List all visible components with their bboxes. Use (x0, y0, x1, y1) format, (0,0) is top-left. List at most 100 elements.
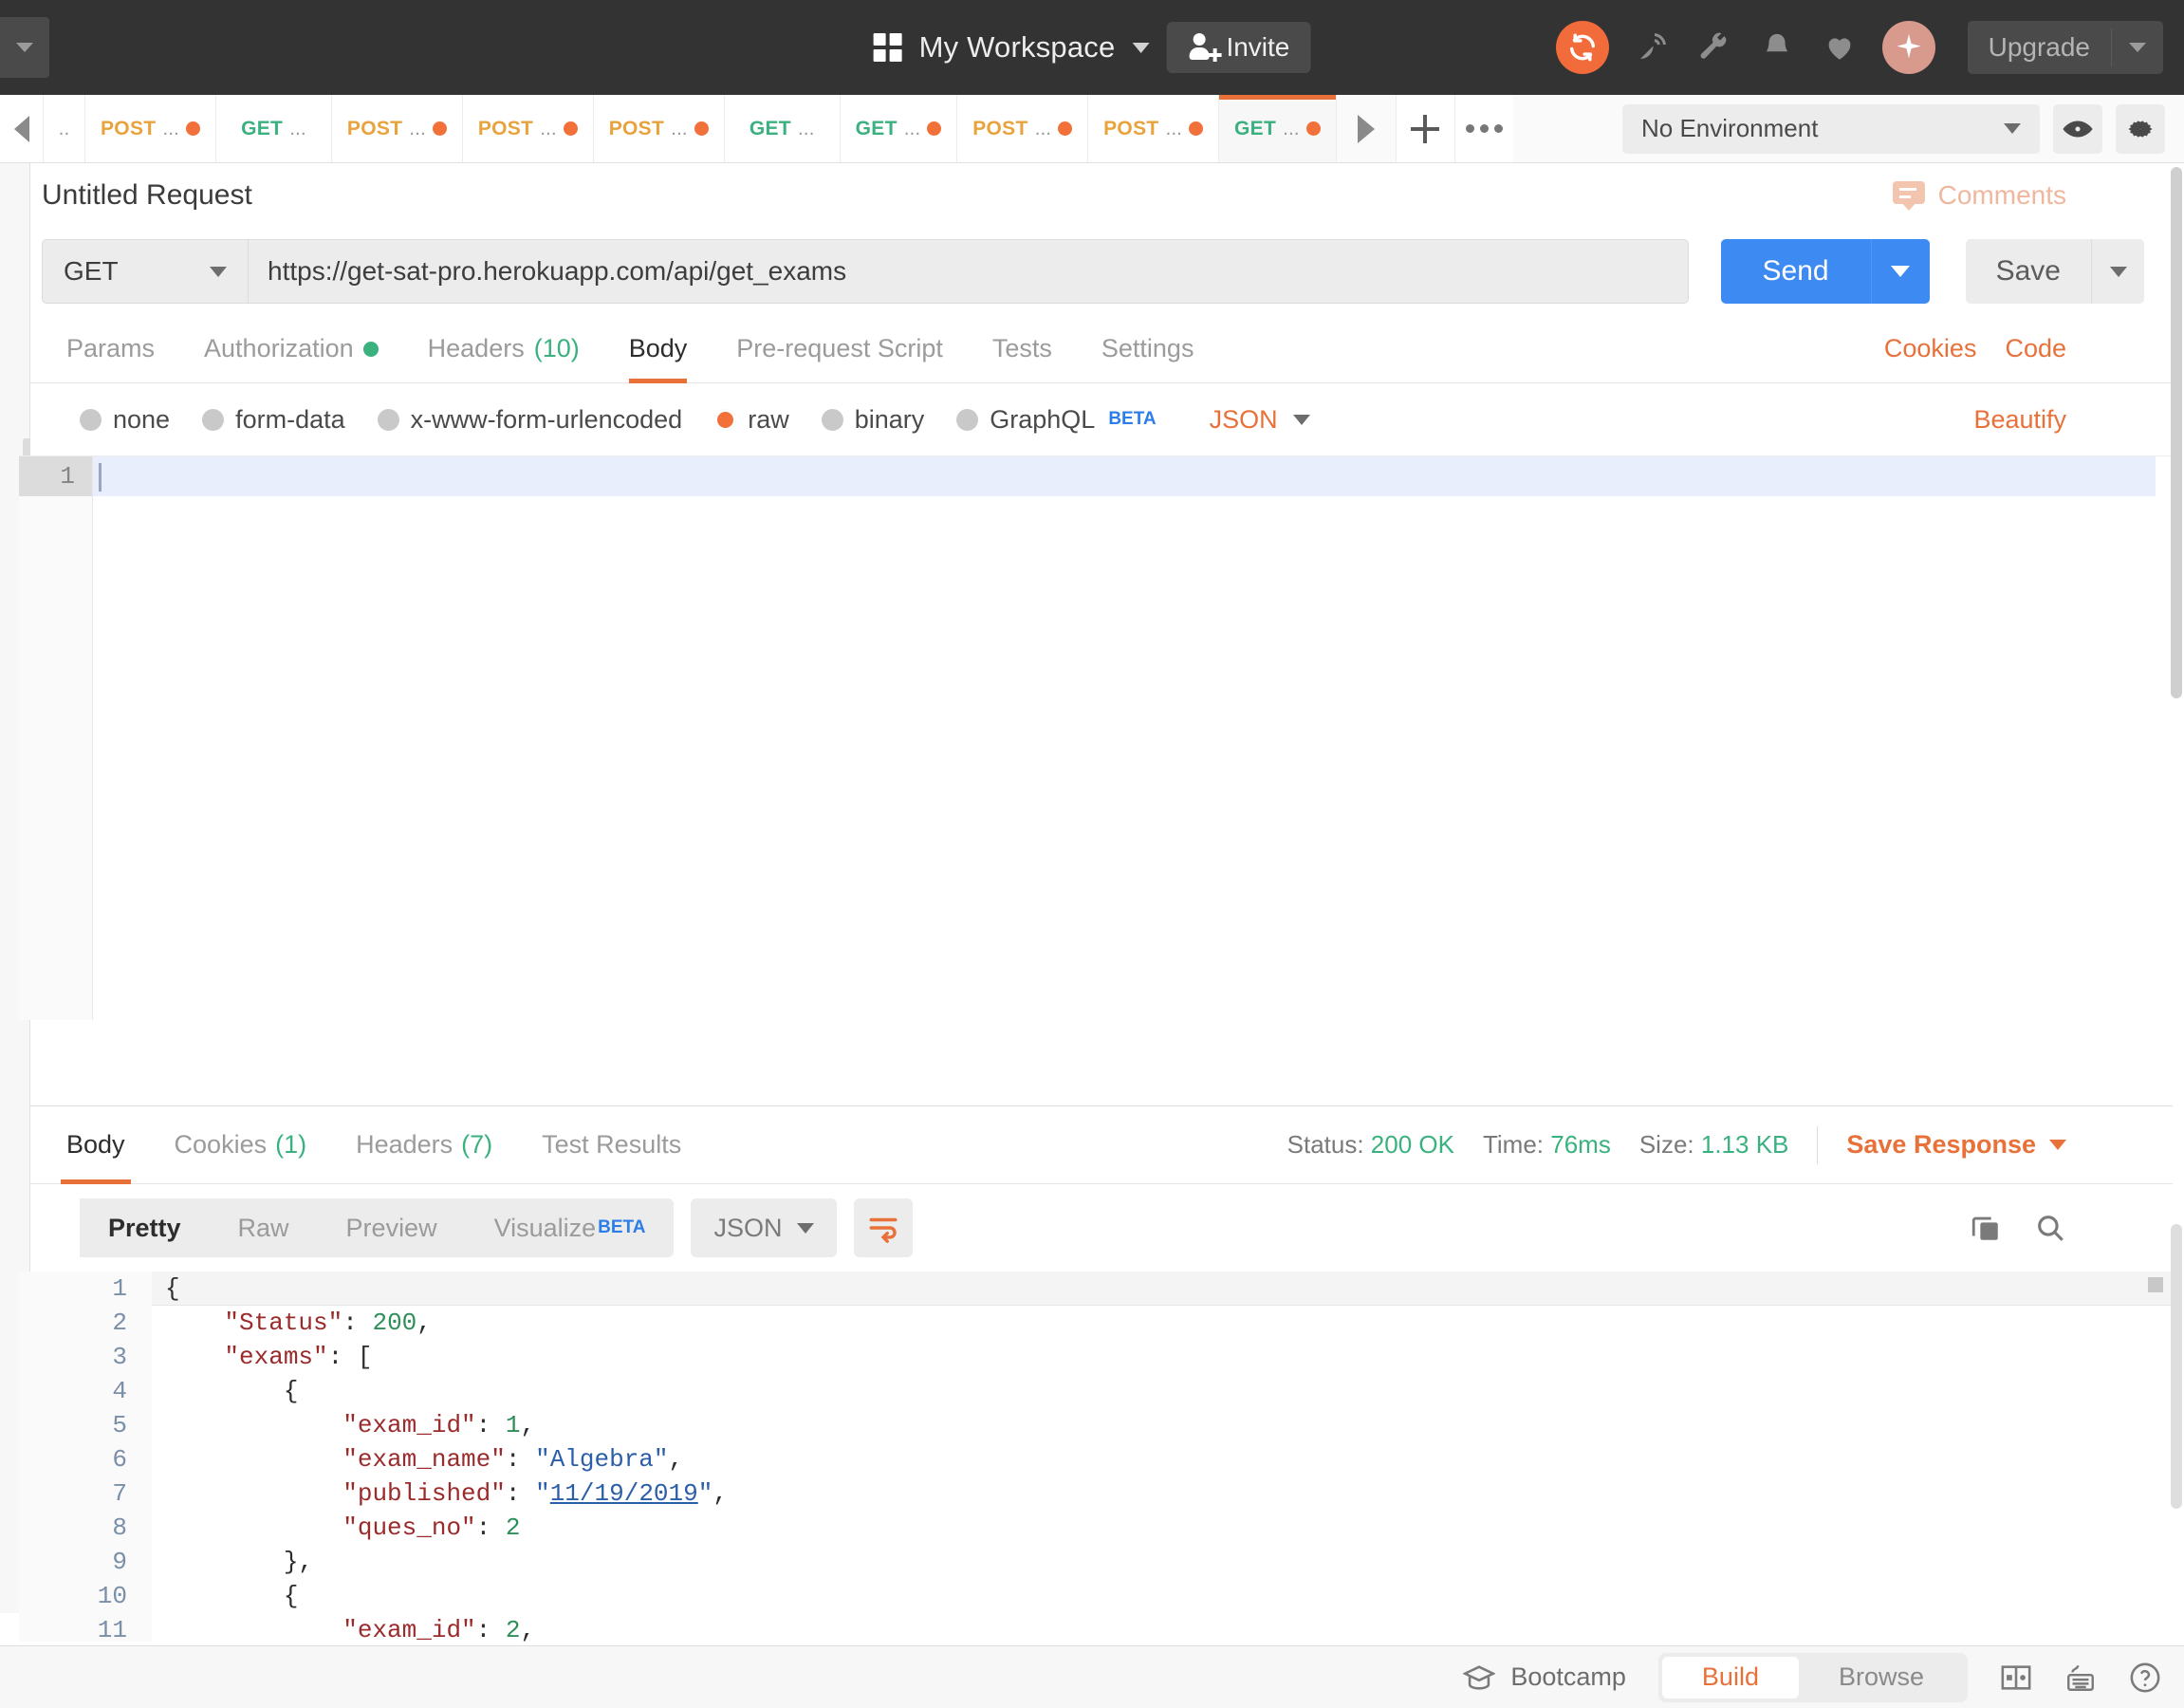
request-tab[interactable]: POST... (462, 95, 594, 162)
request-tab-name: ... (540, 117, 557, 139)
request-body-editor[interactable]: 1 (19, 455, 2173, 1020)
radio-icon[interactable] (714, 408, 737, 431)
body-type-binary[interactable]: binary (821, 405, 924, 435)
code-token: 200 (372, 1309, 417, 1337)
tabs-scroll-left-button[interactable] (0, 95, 44, 162)
request-config-tab-tests[interactable]: Tests (968, 315, 1077, 383)
request-tab[interactable]: GET... (724, 95, 841, 162)
keyboard-icon[interactable] (2064, 1662, 2097, 1693)
upgrade-button-group[interactable]: Upgrade (1967, 21, 2163, 74)
chevron-down-icon[interactable] (1132, 42, 1150, 53)
response-body-viewer[interactable]: 1 2 3 4 5 6 7 8 9 10 11 { "Status": 200, "exams": … (19, 1272, 2173, 1642)
environment-selector[interactable]: No Environment (1622, 103, 2040, 154)
body-type-raw[interactable]: raw (714, 405, 789, 435)
workspace-name[interactable]: My Workspace (919, 30, 1116, 65)
request-title[interactable]: Untitled Request (42, 179, 252, 212)
save-response-button[interactable]: Save Response (1846, 1130, 2066, 1160)
response-pane-scrollbar[interactable] (2171, 1224, 2182, 1604)
code-token: "exams" (224, 1343, 328, 1371)
raw-format-selector[interactable]: JSON (1210, 405, 1310, 435)
response-scroll-thumb[interactable] (2148, 1277, 2163, 1292)
heart-icon[interactable] (1820, 28, 1860, 67)
satellite-icon[interactable] (1632, 28, 1672, 67)
save-button[interactable]: Save (1965, 239, 2091, 304)
request-config-tab-pre-request-script[interactable]: Pre-request Script (712, 315, 968, 383)
send-button[interactable]: Send (1720, 239, 1871, 304)
body-type-none[interactable]: none (80, 405, 170, 435)
beautify-button[interactable]: Beautify (1973, 405, 2066, 435)
divider (1817, 1125, 1819, 1164)
new-tab-button[interactable] (1395, 95, 1454, 162)
tab-options-button[interactable] (1453, 95, 1513, 162)
environment-bar: No Environment (1603, 95, 2184, 163)
body-type-GraphQL[interactable]: GraphQL BETA (956, 405, 1157, 435)
request-config-tab-settings[interactable]: Settings (1077, 315, 1219, 383)
word-wrap-icon[interactable] (854, 1198, 914, 1257)
wrench-icon[interactable] (1694, 28, 1734, 67)
copy-icon[interactable] (1970, 1212, 2002, 1244)
response-line-number: 5 (112, 1411, 127, 1439)
request-tab[interactable]: GET... (840, 95, 958, 162)
request-tab[interactable]: .. (44, 95, 85, 162)
response-tab-cookies[interactable]: Cookies (1) (150, 1106, 332, 1184)
search-icon[interactable] (2034, 1212, 2066, 1244)
unsaved-dot-icon (694, 121, 709, 136)
workspace-selector-group: My Workspace Invite (873, 22, 1311, 73)
response-tab-test-results[interactable]: Test Results (517, 1106, 706, 1184)
request-config-tab-authorization[interactable]: Authorization (179, 315, 403, 383)
http-method-selector[interactable]: GET (42, 239, 249, 304)
sidebar-collapse-button[interactable] (0, 17, 49, 78)
code-token: : (505, 1445, 536, 1474)
request-config-tab-list: Params Authorization Headers (10) Body Pre-re… (42, 315, 1218, 383)
view-mode-label: Visualize (493, 1213, 597, 1242)
bell-icon[interactable] (1757, 28, 1797, 67)
size-meta: Size: 1.13 KB (1639, 1130, 1789, 1160)
two-pane-icon[interactable] (2000, 1662, 2032, 1693)
upgrade-button-label[interactable]: Upgrade (1968, 32, 2111, 63)
environment-settings-button[interactable] (2116, 103, 2165, 154)
bootcamp-button[interactable]: Bootcamp (1463, 1662, 1626, 1692)
save-options-button[interactable] (2091, 239, 2144, 304)
request-tab[interactable]: GET... (1219, 95, 1337, 162)
apps-grid-icon[interactable] (873, 33, 902, 62)
code-token: "Status" (224, 1309, 343, 1337)
request-config-tab-body[interactable]: Body (604, 315, 713, 383)
url-input[interactable]: https://get-sat-pro.herokuapp.com/api/ge… (249, 239, 1689, 304)
response-view-raw[interactable]: Raw (210, 1198, 318, 1257)
request-tab[interactable]: POST... (331, 95, 463, 162)
send-options-button[interactable] (1870, 239, 1930, 304)
radio-icon[interactable] (956, 408, 979, 431)
response-tab-headers[interactable]: Headers (7) (331, 1106, 517, 1184)
code-link[interactable]: Code (2005, 334, 2066, 363)
request-tab[interactable]: POST... (957, 95, 1089, 162)
response-format-selector[interactable]: JSON (691, 1198, 838, 1257)
response-view-visualize[interactable]: Visualize BETA (466, 1198, 675, 1257)
request-tab[interactable]: POST... (1088, 95, 1220, 162)
response-view-preview[interactable]: Preview (318, 1198, 466, 1257)
invite-button[interactable]: Invite (1166, 22, 1311, 73)
response-view-pretty[interactable]: Pretty (80, 1198, 210, 1257)
request-tab[interactable]: POST... (593, 95, 725, 162)
request-tab[interactable]: POST... (85, 95, 216, 162)
radio-icon[interactable] (202, 408, 225, 431)
tabs-scroll-right-button[interactable] (1337, 95, 1396, 162)
cookies-link[interactable]: Cookies (1884, 334, 1977, 363)
radio-icon[interactable] (377, 408, 399, 431)
help-icon[interactable] (2129, 1662, 2161, 1694)
request-config-tab-headers[interactable]: Headers (10) (403, 315, 604, 383)
radio-icon[interactable] (80, 408, 102, 431)
request-pane-scrollbar[interactable] (2171, 167, 2182, 1135)
sparkle-icon[interactable] (1881, 21, 1935, 74)
environment-quick-look-button[interactable] (2053, 103, 2102, 154)
request-tab[interactable]: GET... (215, 95, 332, 162)
body-type-x-www-form-urlencoded[interactable]: x-www-form-urlencoded (377, 405, 682, 435)
comments-button[interactable]: Comments (1892, 180, 2066, 211)
sync-icon[interactable] (1555, 21, 1609, 74)
upgrade-dropdown-button[interactable] (2112, 43, 2163, 52)
request-config-tab-params[interactable]: Params (42, 315, 179, 383)
browse-mode-button[interactable]: Browse (1799, 1657, 1964, 1699)
response-tab-body[interactable]: Body (42, 1106, 150, 1184)
build-mode-button[interactable]: Build (1661, 1656, 1799, 1699)
body-type-form-data[interactable]: form-data (202, 405, 345, 435)
radio-icon[interactable] (821, 408, 843, 431)
